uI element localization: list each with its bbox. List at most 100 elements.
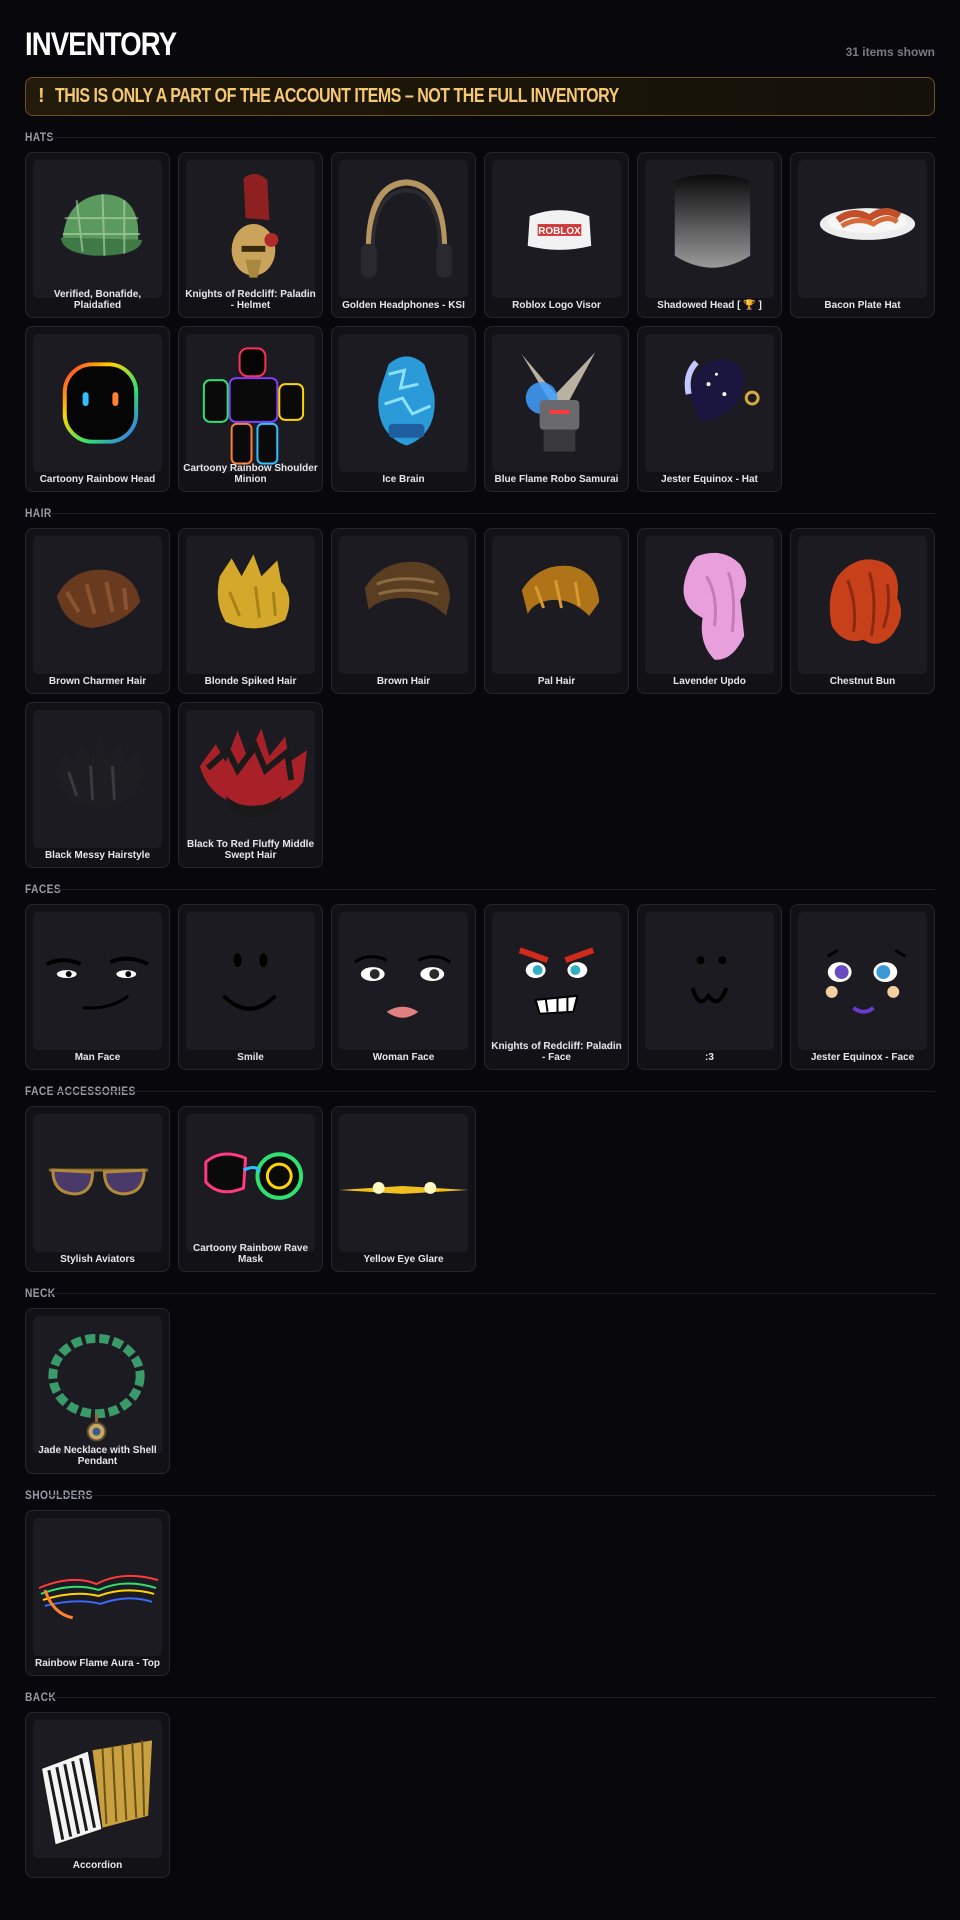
item-card[interactable]: Brown Hair: [331, 528, 476, 694]
hair-black-red-icon: [186, 710, 315, 848]
face-man-icon: [33, 912, 162, 1050]
item-card[interactable]: Stylish Aviators: [25, 1106, 170, 1272]
item-grid: Stylish Aviators Cartoony Rainbow Rave Ma…: [25, 1106, 935, 1272]
item-card[interactable]: Brown Charmer Hair: [25, 528, 170, 694]
section-hats: HATS Verified, Bonafide, Plaidafied Knight…: [25, 126, 935, 492]
item-grid: Rainbow Flame Aura - Top: [25, 1510, 935, 1676]
hair-blonde-icon: [186, 536, 315, 674]
item-name: Man Face: [74, 1052, 121, 1063]
shadow-head-icon: [645, 160, 774, 298]
item-name: Blue Flame Robo Samurai: [494, 474, 619, 485]
item-name: Knights of Redcliff: Paladin - Face: [491, 1041, 622, 1063]
headphones-icon: [339, 160, 468, 298]
item-card[interactable]: Blonde Spiked Hair: [178, 528, 323, 694]
item-card[interactable]: Lavender Updo: [637, 528, 782, 694]
item-card[interactable]: Jade Necklace with Shell Pendant: [25, 1308, 170, 1474]
face-jester-icon: [798, 912, 927, 1050]
section-face-accessories: FACE ACCESSORIES Stylish Aviators Cartoony…: [25, 1080, 935, 1272]
item-card[interactable]: Knights of Redcliff: Paladin - Helmet: [178, 152, 323, 318]
item-card[interactable]: Jester Equinox - Hat: [637, 326, 782, 492]
header: INVENTORY 31 items shown: [25, 0, 935, 76]
sections-container: HATS Verified, Bonafide, Plaidafied Knight…: [25, 126, 935, 1878]
item-name: Ice Brain: [382, 474, 425, 485]
item-card[interactable]: Verified, Bonafide, Plaidafied: [25, 152, 170, 318]
item-grid: Man Face Smile Woman Face Knights of Redcli…: [25, 904, 935, 1070]
ice-brain-icon: [339, 334, 468, 472]
item-name: Brown Charmer Hair: [48, 676, 147, 687]
section-divider: [49, 1697, 935, 1698]
section-header: HAIR: [25, 502, 935, 524]
hair-black-icon: [33, 710, 162, 848]
hair-brown-icon: [339, 536, 468, 674]
paladin-helmet-icon: [186, 160, 315, 298]
item-card[interactable]: Black Messy Hairstyle: [25, 702, 170, 868]
item-card[interactable]: Black To Red Fluffy Middle Swept Hair: [178, 702, 323, 868]
section-shoulders: SHOULDERS Rainbow Flame Aura - Top: [25, 1484, 935, 1676]
jade-necklace-icon: [33, 1316, 162, 1454]
warning-icon: !: [38, 85, 45, 107]
item-name: Stylish Aviators: [60, 1254, 135, 1265]
item-card[interactable]: Woman Face: [331, 904, 476, 1070]
section-header: FACES: [25, 878, 935, 900]
rainbow-head-icon: [33, 334, 162, 472]
section-header: NECK: [25, 1282, 935, 1304]
item-card[interactable]: Knights of Redcliff: Paladin - Face: [484, 904, 629, 1070]
section-divider: [49, 1495, 935, 1496]
item-count: 31 items shown: [845, 45, 935, 59]
item-card[interactable]: Yellow Eye Glare: [331, 1106, 476, 1272]
section-neck: NECK Jade Necklace with Shell Pendant: [25, 1282, 935, 1474]
item-card[interactable]: Man Face: [25, 904, 170, 1070]
item-card[interactable]: Pal Hair: [484, 528, 629, 694]
rainbow-minion-icon: [186, 334, 315, 472]
item-name: Smile: [237, 1052, 264, 1063]
warning-text: THIS IS ONLY A PART OF THE ACCOUNT ITEMS…: [54, 85, 619, 107]
face-cat-icon: [645, 912, 774, 1050]
hair-chestnut-icon: [798, 536, 927, 674]
item-card[interactable]: Ice Brain: [331, 326, 476, 492]
face-woman-icon: [339, 912, 468, 1050]
item-name: Verified, Bonafide, Plaidafied: [53, 289, 142, 311]
item-card[interactable]: Jester Equinox - Face: [790, 904, 935, 1070]
item-card[interactable]: Smile: [178, 904, 323, 1070]
accordion-icon: [33, 1720, 162, 1858]
visor-icon: ROBLOX: [492, 160, 621, 298]
item-card[interactable]: Shadowed Head [ 🏆 ]: [637, 152, 782, 318]
item-name: Yellow Eye Glare: [363, 1254, 444, 1265]
item-card[interactable]: Cartoony Rainbow Rave Mask: [178, 1106, 323, 1272]
item-grid: Brown Charmer Hair Blonde Spiked Hair Brow…: [25, 528, 935, 868]
item-card[interactable]: Golden Headphones - KSI: [331, 152, 476, 318]
item-name: Knights of Redcliff: Paladin - Helmet: [185, 289, 316, 311]
item-card[interactable]: Blue Flame Robo Samurai: [484, 326, 629, 492]
item-grid: Jade Necklace with Shell Pendant: [25, 1308, 935, 1474]
flame-aura-icon: [33, 1518, 162, 1656]
item-name: Jade Necklace with Shell Pendant: [38, 1445, 157, 1467]
item-card[interactable]: Chestnut Bun: [790, 528, 935, 694]
item-card[interactable]: Accordion: [25, 1712, 170, 1878]
warning-banner: ! THIS IS ONLY A PART OF THE ACCOUNT ITE…: [25, 77, 935, 116]
item-card[interactable]: Rainbow Flame Aura - Top: [25, 1510, 170, 1676]
item-name: Accordion: [72, 1860, 123, 1871]
svg-text:ROBLOX: ROBLOX: [538, 226, 581, 237]
section-back: BACK Accordion: [25, 1686, 935, 1878]
item-name: Jester Equinox - Hat: [661, 474, 758, 485]
item-name: Cartoony Rainbow Rave Mask: [192, 1243, 309, 1265]
section-divider: [49, 1293, 935, 1294]
section-faces: FACES Man Face Smile Woman Face Knights of R…: [25, 878, 935, 1070]
item-card[interactable]: ROBLOX Roblox Logo Visor: [484, 152, 629, 318]
item-card[interactable]: Bacon Plate Hat: [790, 152, 935, 318]
face-paladin-icon: [492, 912, 621, 1050]
item-card[interactable]: Cartoony Rainbow Shoulder Minion: [178, 326, 323, 492]
section-divider: [49, 1091, 935, 1092]
item-name: Cartoony Rainbow Shoulder Minion: [183, 463, 318, 485]
jester-hat-icon: [645, 334, 774, 472]
item-name: Roblox Logo Visor: [512, 300, 601, 311]
hair-lavender-icon: [645, 536, 774, 674]
aviators-icon: [33, 1114, 162, 1252]
item-card[interactable]: Cartoony Rainbow Head: [25, 326, 170, 492]
hair-pal-icon: [492, 536, 621, 674]
hair-brown-charmer-icon: [33, 536, 162, 674]
section-divider: [49, 889, 935, 890]
inventory-page: INVENTORY 31 items shown ! THIS IS ONLY …: [25, 0, 935, 1878]
item-card[interactable]: :3: [637, 904, 782, 1070]
section-hair: HAIR Brown Charmer Hair Blonde Spiked Hair…: [25, 502, 935, 868]
